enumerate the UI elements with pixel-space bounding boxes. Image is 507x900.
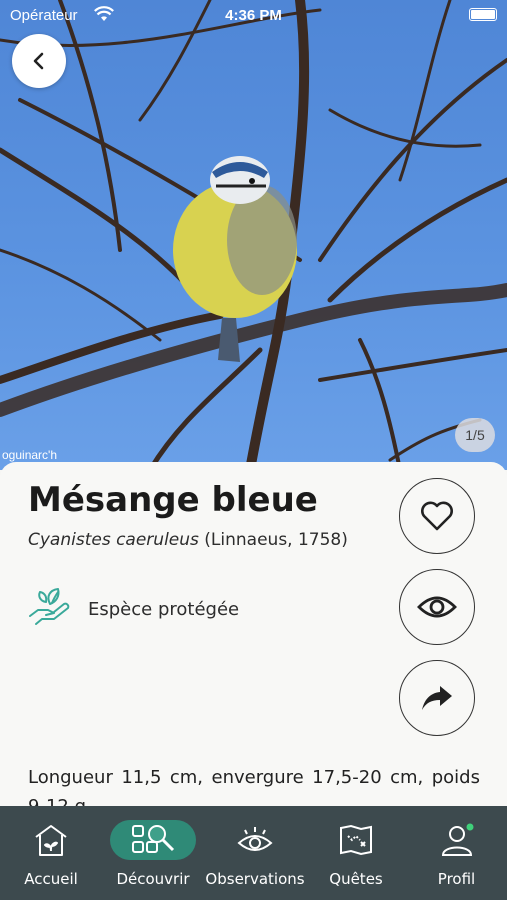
- heart-icon: [421, 501, 453, 531]
- scientific-genus: Cyanistes caeruleus: [28, 530, 199, 550]
- scientific-name: Cyanistes caeruleus (Linnaeus, 1758): [28, 530, 348, 550]
- status-bar: Opérateur 4:36 PM: [0, 0, 507, 32]
- tab-label: Profil: [437, 870, 476, 888]
- clock: 4:36 PM: [225, 7, 282, 24]
- tab-label: Observations: [205, 870, 305, 888]
- species-name: Mésange bleue: [28, 480, 318, 520]
- species-description: Longueur 11,5 cm, envergure 17,5-20 cm, …: [28, 767, 480, 807]
- discover-icon: [132, 825, 175, 853]
- tab-label: Découvrir: [116, 870, 190, 888]
- observe-button[interactable]: [399, 569, 475, 645]
- photo-counter: 1/5: [455, 418, 495, 452]
- eye-icon: [417, 596, 457, 618]
- tab-observations[interactable]: Observations: [204, 806, 306, 900]
- profile-icon: [441, 823, 473, 856]
- species-photo[interactable]: [0, 0, 507, 470]
- back-button[interactable]: [12, 34, 66, 88]
- tab-quetes[interactable]: Quêtes: [306, 806, 406, 900]
- tab-label: Quêtes: [329, 870, 383, 888]
- share-arrow-icon: [422, 686, 452, 710]
- battery-icon: [469, 8, 497, 21]
- map-icon: [340, 824, 372, 856]
- chevron-left-icon: [33, 52, 44, 70]
- protected-label: Espèce protégée: [88, 598, 240, 620]
- species-card: Mésange bleue Cyanistes caeruleus (Linna…: [0, 462, 507, 807]
- tab-accueil[interactable]: Accueil: [0, 806, 102, 900]
- photo-credit: oguinarc'h: [2, 448, 57, 462]
- scientific-author: (Linnaeus, 1758): [204, 530, 348, 550]
- notification-dot: [466, 823, 473, 831]
- tab-label: Accueil: [24, 870, 78, 888]
- share-button[interactable]: [399, 660, 475, 736]
- eye-icon: [237, 827, 273, 851]
- tab-decouvrir[interactable]: Découvrir: [102, 806, 204, 900]
- bottom-navigation: Accueil Découvrir Observations Quêtes Pr…: [0, 806, 507, 900]
- house-icon: [35, 825, 67, 856]
- bird-on-branches-image: [0, 0, 507, 470]
- favorite-button[interactable]: [399, 478, 475, 554]
- tab-profil[interactable]: Profil: [406, 806, 507, 900]
- protected-status: Espèce protégée: [28, 586, 239, 632]
- protected-hand-leaf-icon: [28, 586, 72, 632]
